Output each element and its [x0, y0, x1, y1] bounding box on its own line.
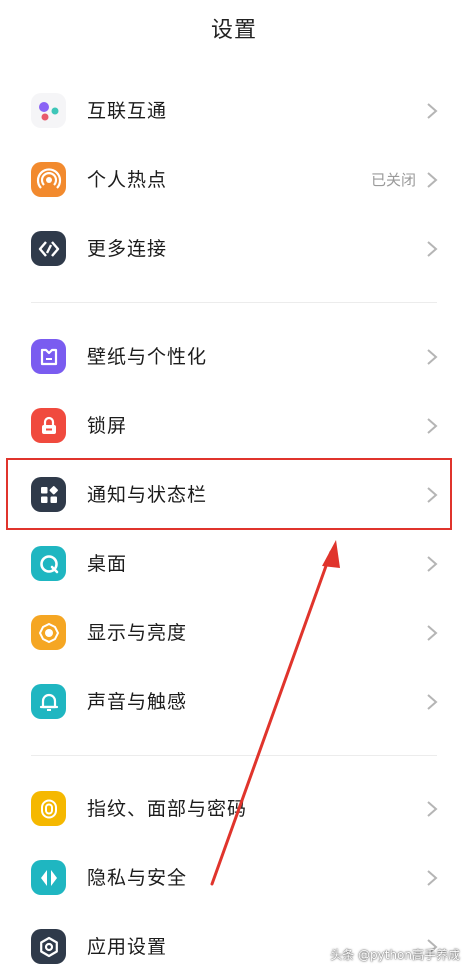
chevron-right-icon — [427, 487, 438, 503]
chevron-right-icon — [427, 418, 438, 434]
fingerprint-icon — [31, 791, 66, 826]
settings-item-sound[interactable]: 声音与触感 — [0, 672, 468, 732]
desktop-icon — [31, 546, 66, 581]
brightness-icon — [31, 615, 66, 650]
settings-item-display[interactable]: 显示与亮度 — [0, 603, 468, 663]
chevron-right-icon — [427, 801, 438, 817]
settings-item-privacy[interactable]: 隐私与安全 — [0, 848, 468, 908]
app-settings-icon — [31, 929, 66, 964]
notification-icon — [31, 477, 66, 512]
settings-item-notifications[interactable]: 通知与状态栏 — [0, 465, 468, 525]
settings-item-label: 桌面 — [87, 553, 128, 575]
settings-item-label: 锁屏 — [87, 415, 128, 437]
chevron-right-icon — [427, 349, 438, 365]
settings-item-label: 壁纸与个性化 — [87, 346, 208, 368]
settings-item-label: 更多连接 — [87, 238, 168, 260]
hotspot-status: 已关闭 — [370, 171, 416, 189]
settings-item-label: 通知与状态栏 — [87, 484, 208, 506]
lock-icon — [31, 408, 66, 443]
hotspot-icon — [31, 162, 66, 197]
chevron-right-icon — [427, 172, 438, 188]
settings-item-label: 声音与触感 — [87, 691, 188, 713]
settings-item-desktop[interactable]: 桌面 — [0, 534, 468, 594]
settings-item-label: 应用设置 — [87, 936, 168, 958]
chevron-right-icon — [427, 556, 438, 572]
bell-icon — [31, 684, 66, 719]
watermark-text: 头条 @python高手养成 — [330, 948, 460, 962]
settings-item-label: 隐私与安全 — [87, 867, 188, 889]
dots-icon — [31, 93, 66, 128]
chevron-right-icon — [427, 241, 438, 257]
settings-item-label: 个人热点 — [87, 169, 168, 191]
settings-item-security-credentials[interactable]: 指纹、面部与密码 — [0, 779, 468, 839]
settings-item-more-connections[interactable]: 更多连接 — [0, 219, 468, 279]
chevron-right-icon — [427, 103, 438, 119]
settings-item-lockscreen[interactable]: 锁屏 — [0, 396, 468, 456]
settings-item-label: 互联互通 — [87, 100, 168, 122]
settings-item-label: 显示与亮度 — [87, 622, 188, 644]
settings-item-wallpaper[interactable]: 壁纸与个性化 — [0, 327, 468, 387]
settings-item-hotspot[interactable]: 个人热点 已关闭 — [0, 150, 468, 210]
chevron-right-icon — [427, 870, 438, 886]
page-title: 设置 — [210, 18, 257, 43]
wallpaper-icon — [31, 339, 66, 374]
chevron-right-icon — [427, 625, 438, 641]
settings-item-interconnect[interactable]: 互联互通 — [0, 81, 468, 141]
section-divider — [31, 302, 437, 303]
link-icon — [31, 231, 66, 266]
section-divider — [31, 755, 437, 756]
chevron-right-icon — [427, 694, 438, 710]
settings-item-label: 指纹、面部与密码 — [87, 798, 248, 820]
privacy-icon — [31, 860, 66, 895]
